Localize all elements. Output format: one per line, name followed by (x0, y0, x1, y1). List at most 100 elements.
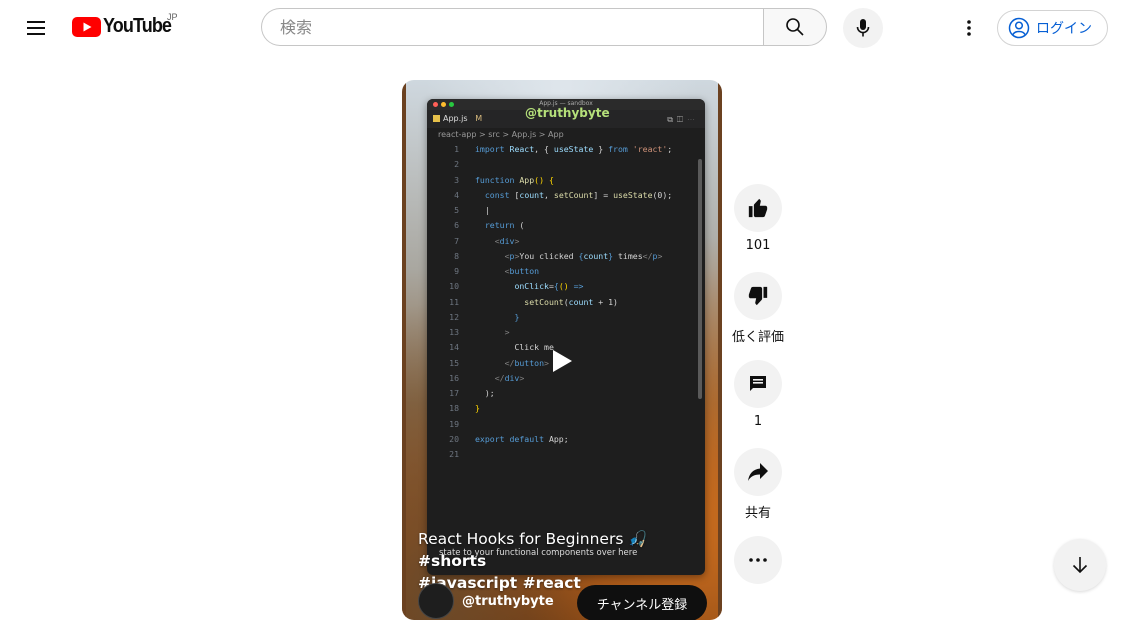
code-line: 20 export default App; (427, 432, 705, 447)
region-code: JP (167, 12, 178, 22)
line-number: 20 (449, 433, 459, 444)
more-horizontal-icon (749, 558, 767, 562)
code-text: import React, { useState } from 'react'; (475, 144, 673, 154)
line-number: 3 (454, 174, 459, 185)
thumbs-down-icon (748, 286, 768, 306)
line-number: 1 (454, 144, 459, 154)
settings-more-button[interactable] (949, 8, 989, 48)
code-line: 8 <p>You clicked {count} times</p> (427, 249, 705, 264)
search-icon (786, 18, 804, 36)
like-button[interactable] (734, 184, 782, 232)
microphone-icon (856, 19, 870, 37)
shorts-player[interactable]: App.js — sandbox App.js M @truthybyte ⧉◫… (402, 80, 722, 620)
line-number: 2 (454, 159, 459, 170)
share-arrow-icon (748, 463, 768, 481)
code-text: } (514, 311, 520, 322)
code-line: 6 return ( (427, 218, 705, 233)
code-line: 5 | (427, 203, 705, 218)
like-action: 101 (734, 184, 782, 253)
line-number: 9 (454, 266, 459, 276)
channel-watermark: @truthybyte (525, 106, 610, 120)
code-line: 7 <div> (427, 234, 705, 249)
search-input[interactable] (278, 16, 763, 38)
editor-tab: App.js M (433, 114, 482, 123)
line-number: 19 (449, 418, 459, 429)
code-line: 2 (427, 157, 705, 172)
thumbs-up-icon (748, 198, 768, 218)
comments-button[interactable] (734, 360, 782, 408)
login-label: ログイン (1036, 21, 1092, 37)
youtube-logo[interactable]: YouTube (72, 15, 179, 38)
share-button[interactable] (734, 448, 782, 496)
code-line: 19 (427, 417, 705, 432)
logo-text: YouTube (103, 15, 172, 37)
line-number: 17 (449, 388, 459, 398)
line-number: 8 (454, 250, 459, 261)
more-actions-button[interactable] (734, 536, 782, 584)
line-number: 5 (454, 205, 459, 215)
code-text: onClick={() => (514, 281, 584, 292)
more-actions (734, 536, 782, 584)
editor-tab-label: App.js (443, 114, 468, 123)
player-border (718, 80, 722, 620)
code-text: return ( (484, 220, 525, 231)
code-line: 3 function App() { (427, 173, 705, 188)
youtube-play-logo-icon (72, 16, 101, 37)
code-line: 1 import React, { useState } from 'react'… (427, 142, 705, 157)
code-text: > (504, 327, 510, 337)
line-number: 15 (449, 357, 459, 368)
subscribe-button[interactable]: チャンネル登録 (577, 585, 707, 620)
code-line: 11 setCount(count + 1) (427, 295, 705, 310)
code-text: export default App; (475, 433, 569, 444)
next-video-button[interactable] (1054, 539, 1106, 591)
code-text: <div> (494, 235, 520, 246)
dislike-action: 低く評価 (732, 272, 784, 345)
code-line: 21 (427, 447, 705, 462)
code-text: function App() { (475, 174, 554, 185)
line-number: 21 (449, 449, 459, 459)
line-number: 4 (454, 189, 459, 200)
channel-avatar[interactable] (418, 583, 454, 619)
javascript-file-icon (433, 115, 440, 122)
comment-action: 1 (734, 360, 782, 429)
code-text: <p>You clicked {count} times</p> (504, 250, 663, 261)
hamburger-menu-icon (27, 21, 45, 35)
like-count: 101 (745, 238, 771, 253)
line-number: 14 (449, 342, 459, 353)
code-line: 10 onClick={() => (427, 279, 705, 294)
search-button[interactable] (763, 8, 827, 46)
masthead: YouTube JP ログイン (0, 0, 1124, 56)
code-line: 17 ); (427, 386, 705, 401)
login-button[interactable]: ログイン (997, 10, 1108, 46)
line-number: 7 (454, 235, 459, 246)
line-number: 13 (449, 327, 459, 337)
code-text: | (484, 205, 490, 215)
hashtag-shorts[interactable]: #shorts (418, 552, 486, 570)
code-text: <button (504, 266, 540, 276)
line-number: 18 (449, 403, 459, 414)
play-icon (553, 350, 572, 372)
arrow-down-icon (1072, 557, 1088, 574)
code-text: const [count, setCount] = useState(0); (484, 189, 673, 200)
account-circle-icon (1008, 17, 1030, 39)
play-button[interactable] (537, 336, 587, 386)
channel-name[interactable]: @truthybyte (462, 594, 554, 609)
code-block: 1 import React, { useState } from 'react'… (427, 142, 705, 462)
dislike-label: 低く評価 (731, 330, 784, 345)
video-title-text: React Hooks for Beginners 🎣 (418, 530, 648, 548)
more-vertical-icon (967, 20, 971, 36)
dislike-button[interactable] (734, 272, 782, 320)
voice-search-button[interactable] (843, 8, 883, 48)
line-number: 12 (449, 311, 459, 322)
editor-toolbar-icons: ⧉◫⋯ (667, 115, 699, 124)
line-number: 16 (449, 372, 459, 383)
comment-icon (750, 376, 766, 391)
code-text: </div> (494, 372, 525, 383)
line-number: 11 (449, 296, 459, 307)
editor-tab-modified: M (475, 114, 483, 123)
code-line: 9 <button (427, 264, 705, 279)
share-label: 共有 (744, 506, 771, 521)
code-line: 12 } (427, 310, 705, 325)
guide-menu-button[interactable] (16, 8, 56, 48)
editor-tabs: App.js M @truthybyte ⧉◫⋯ (427, 106, 705, 128)
